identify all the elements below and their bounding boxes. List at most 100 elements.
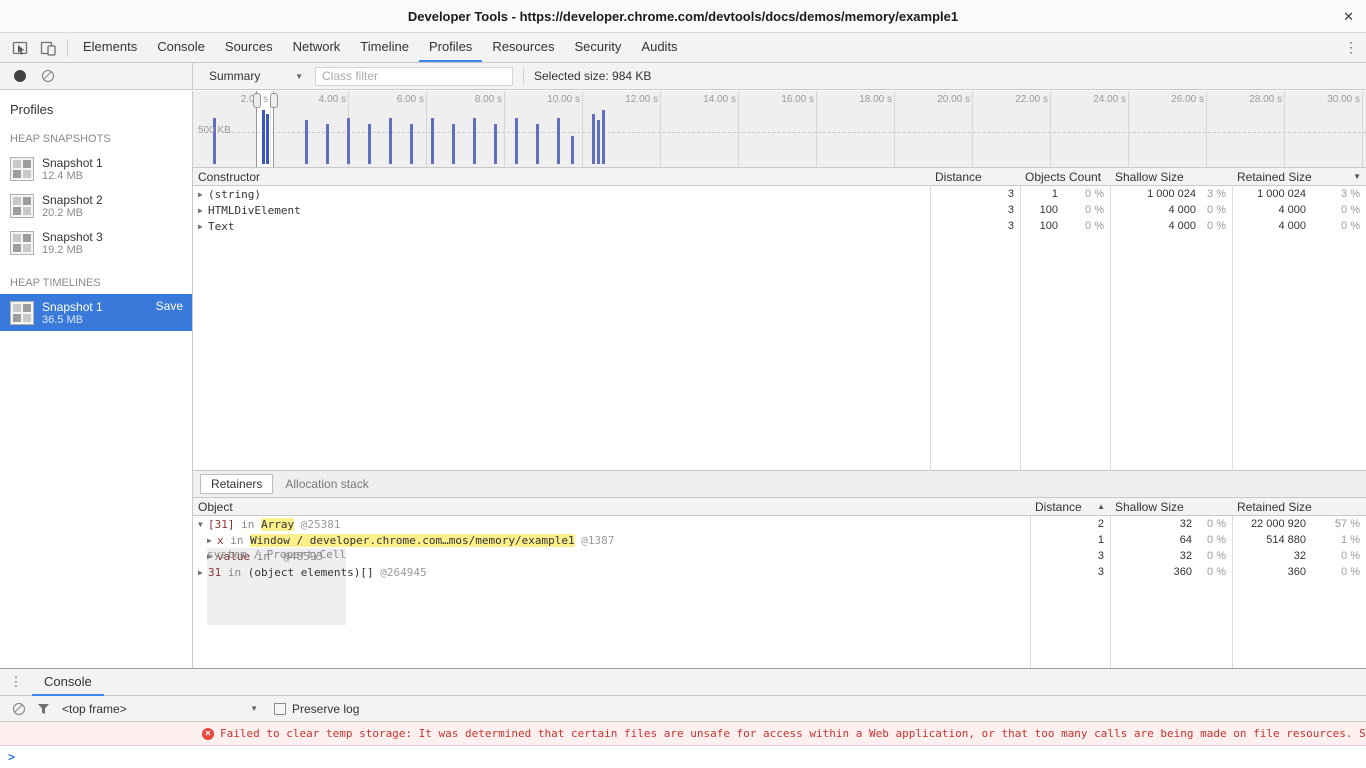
record-icon[interactable] [14, 70, 26, 82]
constructor-table-header: Constructor Distance Objects CountShallow … [193, 168, 1366, 186]
tab-elements[interactable]: Elements [73, 33, 147, 62]
inspect-element-icon[interactable] [6, 35, 34, 61]
objects-count-value: 100 [1040, 220, 1058, 232]
heap-snapshot-icon [10, 194, 34, 218]
column-header-object[interactable]: Object [193, 498, 1030, 515]
constructor-row--string-[interactable]: ▶(string)310 %1 000 0243 %1 000 0243 % [193, 186, 1366, 202]
chevron-down-icon: ▼ [250, 704, 258, 713]
column-header-distance[interactable]: Distance▲ [1030, 498, 1110, 515]
constructor-name-cell: ▶Text [193, 220, 930, 233]
retainer-object-name: Window / developer.chrome.com…mos/memory… [250, 534, 575, 547]
close-icon[interactable]: ✕ [1343, 9, 1354, 25]
column-header-constructor[interactable]: Constructor [193, 168, 930, 185]
preserve-log-label: Preserve log [292, 702, 359, 716]
timeline-tick-label: 4.00 s [319, 94, 346, 105]
column-label: Object [198, 500, 233, 514]
retainer-row[interactable]: ▶value in system / PropertyCell @4859333… [193, 548, 1366, 564]
timeline-tick-label: 8.00 s [475, 94, 502, 105]
more-options-icon[interactable]: ⋮ [1336, 39, 1366, 56]
cell-shallow-size: 1 000 0243 % [1110, 188, 1232, 200]
selection-handle-left[interactable] [256, 91, 257, 168]
profile-item-snapshot-1[interactable]: Snapshot 136.5 MBSave [0, 294, 192, 331]
cell-objects-count: 1000 % [1020, 204, 1110, 216]
retained-size-percent: 3 % [1306, 188, 1360, 200]
tab-console[interactable]: Console [147, 33, 215, 62]
tab-sources[interactable]: Sources [215, 33, 283, 62]
sort-arrow-icon: ▼ [1353, 172, 1366, 181]
retained-size-percent: 57 % [1306, 518, 1360, 530]
column-header-shallow-size[interactable]: Shallow Size [1110, 498, 1232, 515]
devtools-tabbar: ElementsConsoleSourcesNetworkTimelinePro… [0, 33, 1366, 63]
retainer-object-cell: ▼[31] in Array @25381 [193, 518, 1030, 531]
retainer-property-name: 31 [208, 566, 221, 579]
timeline-tick-label: 16.00 s [781, 94, 814, 105]
retainer-row[interactable]: ▶31 in (object elements)[] @26494533600 … [193, 564, 1366, 580]
retained-size-percent: 0 % [1306, 220, 1360, 232]
tab-profiles[interactable]: Profiles [419, 33, 482, 62]
objects-count-value: 100 [1040, 204, 1058, 216]
preserve-log-checkbox[interactable] [274, 703, 286, 715]
objects-count-percent: 0 % [1058, 220, 1104, 232]
device-toolbar-icon[interactable] [34, 35, 62, 61]
column-label: Distance [935, 170, 982, 184]
view-mode-select[interactable]: Summary ▼ [209, 69, 303, 83]
constructor-row-text[interactable]: ▶Text31000 %4 0000 %4 0000 % [193, 218, 1366, 234]
column-header-retained-size[interactable]: Retained Size▼ [1232, 168, 1366, 185]
filter-icon[interactable] [37, 703, 50, 715]
distance-value: 3 [1098, 550, 1104, 562]
retainer-object-name: system / PropertyCell [207, 550, 346, 563]
cell-retained-size: 4 0000 % [1232, 220, 1366, 232]
retainers-table-header: Object Distance▲ Shallow Size Retained Size [193, 498, 1366, 516]
profile-item-snapshot-1[interactable]: Snapshot 112.4 MB [0, 150, 192, 187]
shallow-size-value: 32 [1180, 518, 1192, 530]
heap-timeline-overview[interactable]: 500 KB 2.00 s4.00 s6.00 s8.00 s10.00 s12… [193, 91, 1366, 168]
timeline-tick-label: 18.00 s [859, 94, 892, 105]
save-link[interactable]: Save [156, 299, 183, 313]
retainers-table-body: ▼[31] in Array @253812320 %22 000 92057 … [193, 516, 1366, 580]
tab-timeline[interactable]: Timeline [350, 33, 419, 62]
objects-count-percent: 0 % [1058, 188, 1104, 200]
tab-security[interactable]: Security [564, 33, 631, 62]
distance-value: 2 [1098, 518, 1104, 530]
column-header-distance[interactable]: Distance [930, 168, 1020, 185]
tab-resources[interactable]: Resources [482, 33, 564, 62]
shallow-size-value: 4 000 [1168, 204, 1196, 216]
tab-allocation-stack[interactable]: Allocation stack [275, 475, 378, 493]
tab-network[interactable]: Network [283, 33, 351, 62]
console-prompt[interactable]: > [0, 746, 1366, 768]
retainer-row[interactable]: ▼[31] in Array @253812320 %22 000 92057 … [193, 516, 1366, 532]
clear-profiles-icon[interactable] [42, 70, 54, 82]
retainer-property-name: [31] [208, 518, 235, 531]
chevron-down-icon: ▼ [295, 72, 303, 81]
column-header-retained-size[interactable]: Retained Size [1232, 498, 1366, 515]
view-mode-label: Summary [209, 69, 260, 83]
class-filter-input[interactable] [315, 67, 513, 86]
retainer-object-id: @264945 [374, 566, 427, 579]
shallow-size-percent: 0 % [1192, 518, 1226, 530]
column-header-shallow-size[interactable]: Shallow Size [1110, 168, 1232, 185]
column-header-objects-count[interactable]: Objects Count [1020, 168, 1110, 185]
drawer-menu-icon[interactable]: ⋮ [0, 674, 32, 690]
profile-item-snapshot-2[interactable]: Snapshot 220.2 MB [0, 187, 192, 224]
retained-size-value: 1 000 024 [1257, 188, 1306, 200]
console-tab[interactable]: Console [32, 669, 104, 696]
objects-count-percent: 0 % [1058, 204, 1104, 216]
retainer-row[interactable]: ▶x in Window / developer.chrome.com…mos/… [193, 532, 1366, 548]
cell-shallow-size: 4 0000 % [1110, 220, 1232, 232]
window-titlebar: Developer Tools - https://developer.chro… [0, 0, 1366, 33]
retainers-section: Object Distance▲ Shallow Size Retained Size… [193, 498, 1366, 668]
profile-item-snapshot-3[interactable]: Snapshot 319.2 MB [0, 224, 192, 261]
column-label: Shallow Size [1115, 500, 1184, 514]
constructor-row-htmldivelement[interactable]: ▶HTMLDivElement31000 %4 0000 %4 0000 % [193, 202, 1366, 218]
retained-size-percent: 0 % [1306, 204, 1360, 216]
profile-title: Snapshot 2 [42, 193, 103, 207]
tab-retainers[interactable]: Retainers [200, 474, 273, 494]
cell-retained-size: 1 000 0243 % [1232, 188, 1366, 200]
timeline-tick-label: 12.00 s [625, 94, 658, 105]
divider [523, 68, 524, 84]
execution-context-select[interactable]: <top frame> ▼ [62, 702, 258, 716]
clear-console-icon[interactable] [13, 703, 25, 715]
selection-handle-right[interactable] [273, 91, 274, 168]
tab-audits[interactable]: Audits [631, 33, 687, 62]
disclosure-triangle-icon: ▶ [198, 206, 208, 215]
